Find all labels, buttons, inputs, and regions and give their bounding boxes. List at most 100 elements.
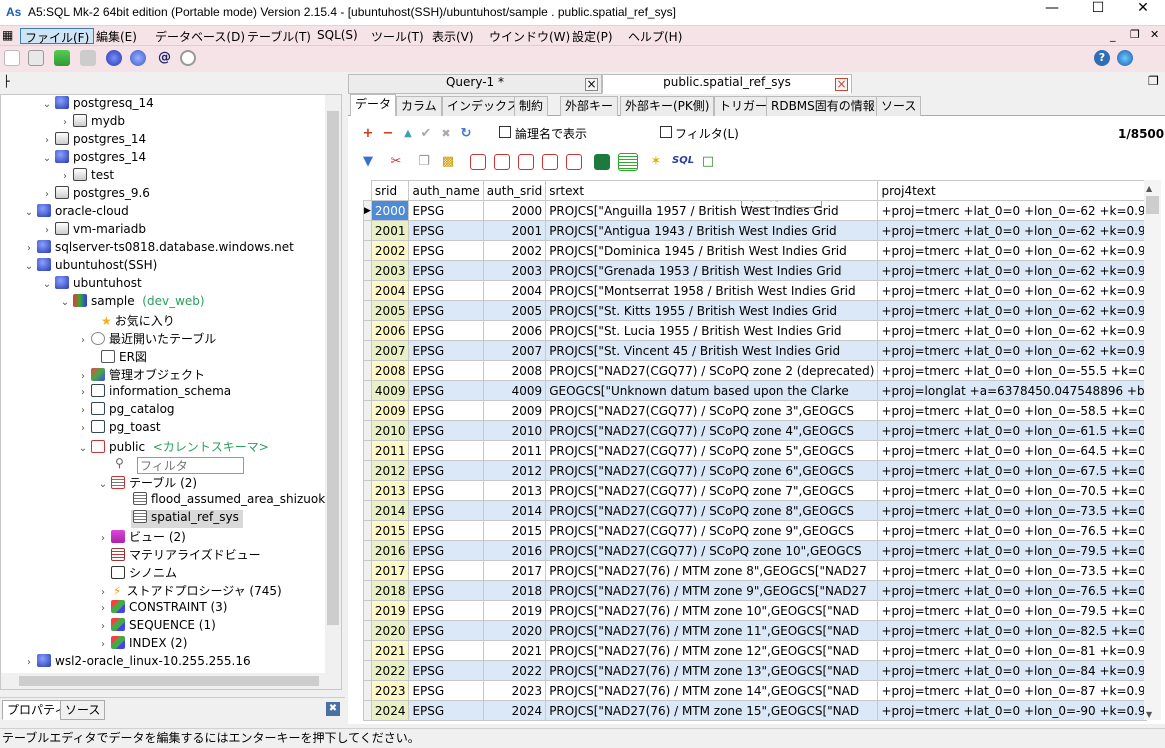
row-indicator[interactable] [363, 540, 372, 561]
tree-node[interactable]: ⌄ public <カレントスキーマ> [77, 438, 269, 456]
cell-auth-srid[interactable]: 2016 [482, 540, 547, 561]
menu-tools[interactable]: ツール(T) [367, 28, 428, 44]
tree-node[interactable]: › ビュー (2) [97, 528, 186, 546]
tree-node[interactable]: › information_schema [77, 384, 231, 402]
table-row[interactable]: 2019 EPSG 2019 PROJCS["NAD27(76) / MTM zone… [363, 600, 1147, 621]
cell-auth-name[interactable]: EPSG [408, 200, 484, 221]
tree-node[interactable]: › vm-mariadb [41, 222, 146, 240]
cell-srtext[interactable]: PROJCS["NAD27(76) / MTM zone 8",GEOGCS["… [545, 560, 879, 581]
table-row[interactable]: 2006 EPSG 2006 PROJCS["St. Lucia 1955 / Bri… [363, 320, 1147, 341]
window-list-icon[interactable]: ❐ [1148, 74, 1159, 88]
cell-srtext[interactable]: PROJCS["NAD27(CGQ77) / SCoPQ zone 4",GEO… [545, 420, 879, 441]
delete-row-icon[interactable]: − [380, 126, 396, 142]
cell-auth-srid[interactable]: 2004 [482, 280, 547, 301]
minimize-button[interactable]: — [1029, 0, 1075, 26]
tab-foreign-keys[interactable]: 外部キー [560, 96, 619, 116]
cell-auth-name[interactable]: EPSG [408, 440, 484, 461]
cell-auth-srid[interactable]: 2000 [482, 200, 547, 221]
cell-auth-name[interactable]: EPSG [408, 580, 484, 601]
cell-auth-name[interactable]: EPSG [408, 600, 484, 621]
cell-auth-srid[interactable]: 2024 [482, 700, 547, 721]
cell-auth-name[interactable]: EPSG [408, 320, 484, 341]
tree-node[interactable]: ⌄ postgresq_14 [41, 96, 154, 114]
cell-proj4text[interactable]: +proj=tmerc +lat_0=0 +lon_0=-76.5 +k=0.9… [877, 520, 1147, 541]
table-row[interactable]: 2008 EPSG 2008 PROJCS["NAD27(CGQ77) / SCoPQ… [363, 360, 1147, 381]
cell-proj4text[interactable]: +proj=tmerc +lat_0=0 +lon_0=-84 +k=0.999… [877, 660, 1147, 681]
cell-srid[interactable]: 2004 [370, 280, 410, 301]
row-indicator[interactable] [363, 400, 372, 421]
tree-node[interactable]: マテリアライズドビュー [109, 546, 261, 564]
table-row[interactable]: 2020 EPSG 2020 PROJCS["NAD27(76) / MTM zone… [363, 620, 1147, 641]
cell-srtext[interactable]: PROJCS["St. Lucia 1955 / British West In… [545, 320, 879, 341]
cell-srtext[interactable]: PROJCS["NAD27(76) / MTM zone 9",GEOGCS["… [545, 580, 879, 601]
cell-srtext[interactable]: PROJCS["Dominica 1945 / British West Ind… [545, 240, 879, 261]
cell-srid[interactable]: 2022 [370, 660, 410, 681]
cell-srid[interactable]: 2023 [370, 680, 410, 701]
move-up-icon[interactable]: ▲ [400, 126, 416, 142]
cell-srtext[interactable]: PROJCS["NAD27(76) / MTM zone 14",GEOGCS[… [545, 680, 879, 701]
tree-node[interactable]: › pg_toast [77, 420, 161, 438]
current-row-indicator[interactable]: ▶ [363, 200, 372, 221]
tree-node[interactable]: ER図 [87, 348, 147, 366]
cell-auth-name[interactable]: EPSG [408, 400, 484, 421]
tree-filter-input[interactable] [137, 457, 244, 474]
table-row[interactable]: 2013 EPSG 2013 PROJCS["NAD27(CGQ77) / SCoPQ… [363, 480, 1147, 501]
tree-node[interactable]: ★ お気に入り [87, 312, 175, 330]
cell-auth-name[interactable]: EPSG [408, 220, 484, 241]
mdi-restore-icon[interactable]: ❐ [1130, 28, 1140, 41]
menu-edit[interactable]: 編集(E) [92, 28, 141, 44]
cell-proj4text[interactable]: +proj=tmerc +lat_0=0 +lon_0=-62 +k=0.999… [877, 280, 1147, 301]
row-indicator[interactable] [363, 260, 372, 281]
grid-vertical-scrollbar[interactable] [1144, 180, 1161, 720]
row-indicator[interactable] [363, 600, 372, 621]
menu-settings[interactable]: 設定(P) [568, 28, 617, 44]
clock-icon[interactable] [180, 50, 196, 66]
cell-proj4text[interactable]: +proj=tmerc +lat_0=0 +lon_0=-62 +k=0.999… [877, 260, 1147, 281]
add-row-icon[interactable]: + [360, 126, 376, 142]
scroll-down-icon[interactable]: ▼ [1146, 710, 1152, 719]
cell-srtext[interactable]: PROJCS["NAD27(CGQ77) / SCoPQ zone 2 (dep… [545, 360, 879, 381]
table-row[interactable]: 2009 EPSG 2009 PROJCS["NAD27(CGQ77) / SCoPQ… [363, 400, 1147, 421]
close-button[interactable]: ✕ [1120, 0, 1165, 26]
table-row[interactable]: 2001 EPSG 2001 PROJCS["Antigua 1943 / Briti… [363, 220, 1147, 241]
globe-icon[interactable] [1117, 50, 1133, 66]
cell-auth-srid[interactable]: 4009 [482, 380, 547, 401]
cell-proj4text[interactable]: +proj=tmerc +lat_0=0 +lon_0=-62 +k=0.999… [877, 300, 1147, 321]
cell-srid[interactable]: 2020 [370, 620, 410, 641]
cell-auth-srid[interactable]: 2003 [482, 260, 547, 281]
tree-node[interactable]: › test [59, 168, 114, 186]
tab-foreign-keys-pk[interactable]: 外部キー(PK側) [620, 96, 715, 116]
column-header-auth-name[interactable]: auth_name [408, 180, 484, 201]
row-indicator[interactable] [363, 240, 372, 261]
table-row[interactable]: 2011 EPSG 2011 PROJCS["NAD27(CGQ77) / SCoPQ… [363, 440, 1147, 461]
menu-file[interactable]: ファイル(F) [20, 28, 95, 45]
menu-help[interactable]: ヘルプ(H) [624, 28, 686, 44]
grid-menu-icon[interactable]: ▦ [2, 28, 13, 42]
row-indicator[interactable] [363, 640, 372, 661]
table-row[interactable]: 2023 EPSG 2023 PROJCS["NAD27(76) / MTM zone… [363, 680, 1147, 701]
cell-proj4text[interactable]: +proj=tmerc +lat_0=0 +lon_0=-61.5 +k=0.9… [877, 420, 1147, 441]
cell-proj4text[interactable]: +proj=tmerc +lat_0=0 +lon_0=-76.5 +k=0.9… [877, 580, 1147, 601]
sql-icon[interactable]: SQL [672, 155, 694, 171]
row-indicator[interactable] [363, 460, 372, 481]
cell-auth-srid[interactable]: 2021 [482, 640, 547, 661]
cell-srtext[interactable]: PROJCS["Montserrat 1958 / British West I… [545, 280, 879, 301]
cell-auth-name[interactable]: EPSG [408, 540, 484, 561]
cell-srid[interactable]: 2016 [370, 540, 410, 561]
cell-auth-srid[interactable]: 2011 [482, 440, 547, 461]
cell-auth-srid[interactable]: 2019 [482, 600, 547, 621]
row-indicator[interactable] [363, 660, 372, 681]
cell-srid[interactable]: 2007 [370, 340, 410, 361]
table-row[interactable]: 2002 EPSG 2002 PROJCS["Dominica 1945 / Brit… [363, 240, 1147, 261]
cell-srid[interactable]: 2005 [370, 300, 410, 321]
cell-auth-name[interactable]: EPSG [408, 240, 484, 261]
tab-query-1[interactable]: Query-1 * × [348, 74, 602, 94]
menu-database[interactable]: データベース(D) [151, 28, 249, 44]
funnel-icon[interactable]: ▼ [360, 154, 376, 170]
cell-proj4text[interactable]: +proj=tmerc +lat_0=0 +lon_0=-70.5 +k=0.9… [877, 480, 1147, 501]
cell-srid[interactable]: 2013 [370, 480, 410, 501]
filter-checkbox[interactable] [660, 126, 672, 138]
row-indicator[interactable] [363, 340, 372, 361]
at-icon[interactable]: @ [158, 50, 171, 65]
mdi-close-icon[interactable]: ✕ [1150, 28, 1159, 41]
